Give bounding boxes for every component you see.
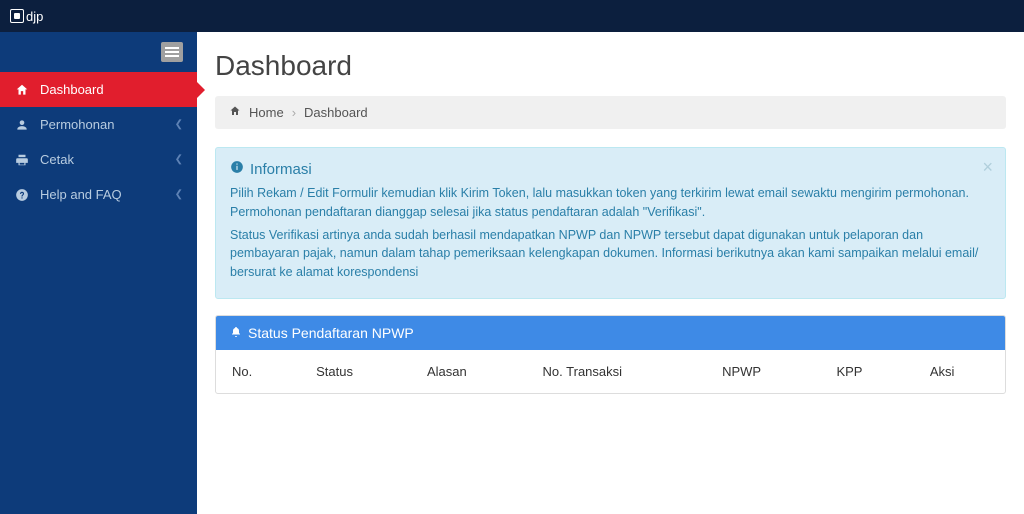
table-header: KPP (820, 350, 913, 393)
bell-icon (230, 325, 242, 341)
table-header: Alasan (411, 350, 527, 393)
brand-name: djp (26, 9, 43, 24)
chevron-left-icon: ❮ (175, 119, 183, 130)
chevron-left-icon: ❮ (175, 189, 183, 200)
sidebar-item-label: Dashboard (40, 82, 104, 97)
sidebar: Dashboard Permohonan ❮ Cetak ❮ Help and … (0, 32, 197, 514)
table-header: NPWP (706, 350, 820, 393)
alert-info: × Informasi Pilih Rekam / Edit Formulir … (215, 147, 1006, 299)
table-header: No. (216, 350, 300, 393)
home-icon (229, 105, 241, 120)
alert-paragraph: Pilih Rekam / Edit Formulir kemudian kli… (230, 184, 991, 222)
print-icon (14, 153, 30, 167)
table-header: No. Transaksi (527, 350, 707, 393)
status-panel: Status Pendaftaran NPWP No. Status Alasa… (215, 315, 1006, 394)
main-content: Dashboard Home › Dashboard × Informasi P… (197, 32, 1024, 514)
panel-header: Status Pendaftaran NPWP (216, 316, 1005, 350)
sidebar-toggle-row (0, 32, 197, 72)
table-header: Aksi (914, 350, 1005, 393)
brand[interactable]: djp (10, 9, 43, 24)
page-title: Dashboard (215, 50, 1006, 82)
panel-title: Status Pendaftaran NPWP (248, 325, 414, 341)
user-icon (14, 118, 30, 132)
brand-logo-icon (10, 9, 24, 23)
panel-body: No. Status Alasan No. Transaksi NPWP KPP… (216, 350, 1005, 393)
chevron-right-icon: › (292, 105, 296, 120)
close-icon[interactable]: × (982, 158, 993, 176)
sidebar-item-label: Permohonan (40, 117, 114, 132)
info-icon (230, 160, 244, 178)
alert-body: Pilih Rekam / Edit Formulir kemudian kli… (230, 184, 991, 282)
sidebar-item-label: Help and FAQ (40, 187, 122, 202)
breadcrumb-current: Dashboard (304, 105, 368, 120)
breadcrumb-home[interactable]: Home (249, 105, 284, 120)
sidebar-item-permohonan[interactable]: Permohonan ❮ (0, 107, 197, 142)
sidebar-toggle-button[interactable] (161, 42, 183, 62)
chevron-left-icon: ❮ (175, 154, 183, 165)
breadcrumb: Home › Dashboard (215, 96, 1006, 129)
home-icon (14, 83, 30, 97)
alert-title: Informasi (250, 161, 312, 178)
alert-title-row: Informasi (230, 160, 991, 178)
sidebar-item-cetak[interactable]: Cetak ❮ (0, 142, 197, 177)
table-header-row: No. Status Alasan No. Transaksi NPWP KPP… (216, 350, 1005, 393)
sidebar-item-help-faq[interactable]: Help and FAQ ❮ (0, 177, 197, 212)
status-table: No. Status Alasan No. Transaksi NPWP KPP… (216, 350, 1005, 393)
alert-paragraph: Status Verifikasi artinya anda sudah ber… (230, 226, 991, 282)
top-bar: djp (0, 0, 1024, 32)
question-icon (14, 188, 30, 202)
sidebar-item-label: Cetak (40, 152, 74, 167)
sidebar-item-dashboard[interactable]: Dashboard (0, 72, 197, 107)
table-header: Status (300, 350, 411, 393)
